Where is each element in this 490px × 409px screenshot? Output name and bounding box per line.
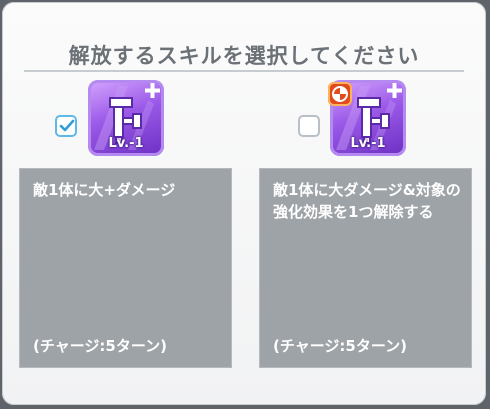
- title-divider: [24, 70, 464, 72]
- skill-level-label: Lv.-1: [350, 136, 386, 151]
- fire-element-icon: [328, 82, 352, 106]
- dialog-title: 解放するスキルを選択してください: [68, 44, 420, 68]
- skill-option-1-checkbox[interactable]: [55, 115, 77, 137]
- skill-charge-text: (チャージ:5ターン): [273, 337, 407, 355]
- skill-option-2-description-box[interactable]: 敵1体に大ダメージ&対象の強化効果を1つ解除する (チャージ:5ターン): [259, 168, 472, 368]
- skill-option-1-description-box[interactable]: 敵1体に大+ダメージ (チャージ:5ターン): [19, 168, 232, 368]
- skill-select-dialog: 解放するスキルを選択してください Lv.-1 敵1体に大+ダメージ (チャージ:…: [2, 2, 486, 405]
- checkmark-icon: [59, 119, 75, 132]
- skill-option-2-checkbox[interactable]: [298, 115, 320, 137]
- upgrade-plus-icon: [387, 83, 402, 98]
- skill-level-label: Lv.-1: [108, 136, 144, 151]
- skill-charge-text: (チャージ:5ターン): [33, 337, 167, 355]
- skill-description: 敵1体に大ダメージ&対象の強化効果を1つ解除する: [273, 181, 461, 221]
- skill-description: 敵1体に大+ダメージ: [33, 181, 176, 199]
- skill-option-1-icon[interactable]: Lv.-1: [88, 80, 164, 156]
- upgrade-plus-icon: [145, 83, 160, 98]
